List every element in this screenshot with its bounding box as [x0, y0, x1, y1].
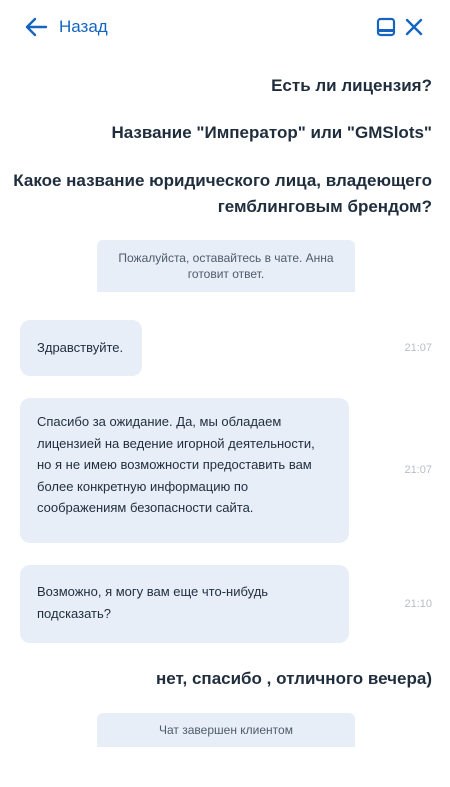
client-message-line: Какое название юридического лица, владею… [13, 171, 432, 190]
agent-message-line: но я не имею возможности предоставить ва… [37, 457, 312, 472]
client-message-text: Есть ли лицензия? [271, 76, 432, 95]
agent-message-line: Спасибо за ожидание. Да, мы обладаем [37, 414, 282, 429]
agent-message-line: более конкретную информацию по [37, 478, 249, 494]
message-time: 21:07 [404, 464, 432, 476]
back-label: Назад [59, 17, 108, 36]
minimize-window-icon [375, 16, 397, 38]
agent-message: Возможно, я могу вам еще что-нибудь подс… [20, 565, 349, 643]
message-time: 21:10 [404, 598, 432, 610]
back-button[interactable]: Назад [24, 14, 108, 40]
close-icon [403, 16, 425, 38]
close-button[interactable] [403, 16, 425, 38]
message-time: 21:07 [404, 342, 432, 354]
agent-message-line: соображениям безопасности сайта. [37, 500, 254, 515]
agent-message: Спасибо за ожидание. Да, мы обладаем лиц… [20, 398, 349, 543]
agent-message-line: Возможно, я могу вам еще что-нибудь [37, 584, 269, 599]
system-notice-text: Чат завершен клиентом [159, 723, 293, 737]
client-message: Название "Император" или "GMSlots" [111, 120, 432, 146]
client-message-line: гемблинговым брендом? [217, 197, 432, 216]
system-notice: Чат завершен клиентом [97, 713, 355, 747]
system-notice-line: готовит ответ. [187, 267, 265, 281]
agent-message-text: Здравствуйте. [37, 340, 124, 355]
client-message: Есть ли лицензия? [271, 73, 432, 99]
agent-message: Здравствуйте. [20, 320, 142, 376]
client-message: Какое название юридического лица, владею… [13, 168, 432, 220]
client-message-text: нет, спасибо , отличного вечера) [155, 669, 432, 688]
client-message: нет, спасибо , отличного вечера) [156, 666, 432, 692]
arrow-left-icon [24, 16, 48, 38]
client-message-text: Название "Император" или "GMSlots" [111, 123, 432, 142]
agent-message-line: лицензией на ведение игорной деятельност… [37, 435, 315, 451]
system-notice: Пожалуйста, оставайтесь в чате. Анна гот… [97, 240, 355, 292]
system-notice-line: Пожалуйста, оставайтесь в чате. Анна [118, 251, 334, 265]
agent-message-line: подсказать? [37, 605, 111, 621]
chat-header: Назад [0, 0, 450, 52]
minimize-button[interactable] [375, 16, 397, 38]
